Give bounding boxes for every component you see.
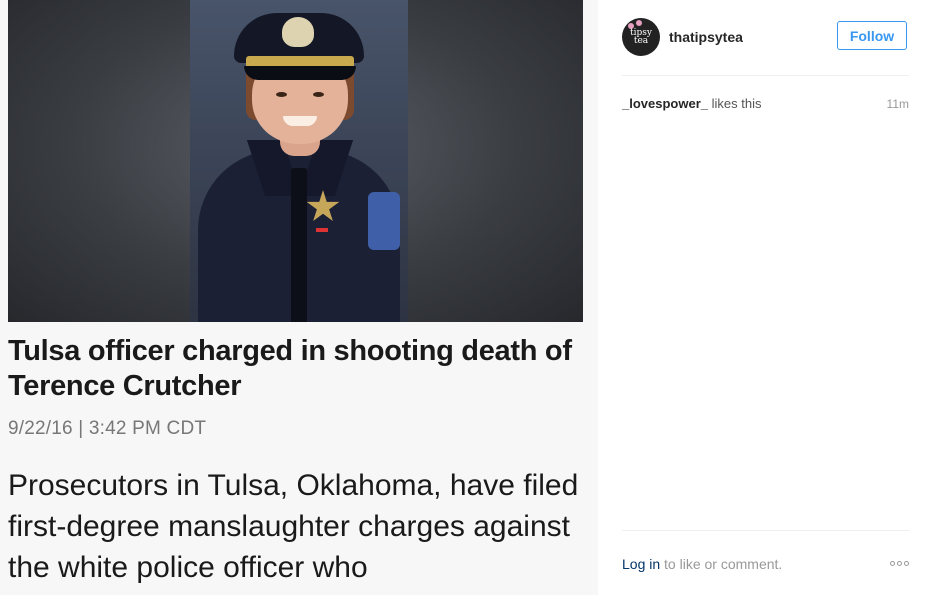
article-headline: Tulsa officer charged in shooting death … bbox=[8, 335, 572, 402]
like-suffix-text: likes this bbox=[708, 96, 762, 111]
username-link[interactable]: thatipsytea bbox=[669, 29, 743, 45]
header-divider bbox=[622, 75, 909, 76]
login-link[interactable]: Log in bbox=[622, 556, 660, 572]
like-summary: _lovespower_ likes this 11m bbox=[622, 96, 909, 111]
follow-button[interactable]: Follow bbox=[837, 21, 907, 50]
liker-username[interactable]: _lovespower_ bbox=[622, 96, 708, 111]
article-dateline: 9/22/16 | 3:42 PM CDT bbox=[8, 418, 207, 439]
avatar[interactable]: tipsy tea bbox=[622, 18, 660, 56]
cap-badge-icon bbox=[282, 17, 314, 47]
login-suffix-text: to like or comment. bbox=[660, 556, 783, 572]
post-media[interactable]: Tulsa officer charged in shooting death … bbox=[0, 0, 598, 595]
officer-portrait bbox=[190, 0, 408, 322]
footer-divider bbox=[622, 530, 909, 531]
officer-photo bbox=[8, 0, 583, 322]
uniform-tie bbox=[291, 168, 307, 322]
shoulder-patch-icon bbox=[368, 192, 400, 250]
login-prompt: Log in to like or comment. bbox=[622, 556, 782, 572]
avatar-logo-text: tipsy tea bbox=[630, 28, 652, 46]
article-body: Prosecutors in Tulsa, Oklahoma, have fil… bbox=[8, 469, 579, 584]
more-options-icon[interactable] bbox=[890, 561, 909, 566]
post-sidebar: tipsy tea thatipsytea Follow _lovespower… bbox=[598, 0, 930, 595]
post-timestamp[interactable]: 11m bbox=[887, 97, 909, 111]
